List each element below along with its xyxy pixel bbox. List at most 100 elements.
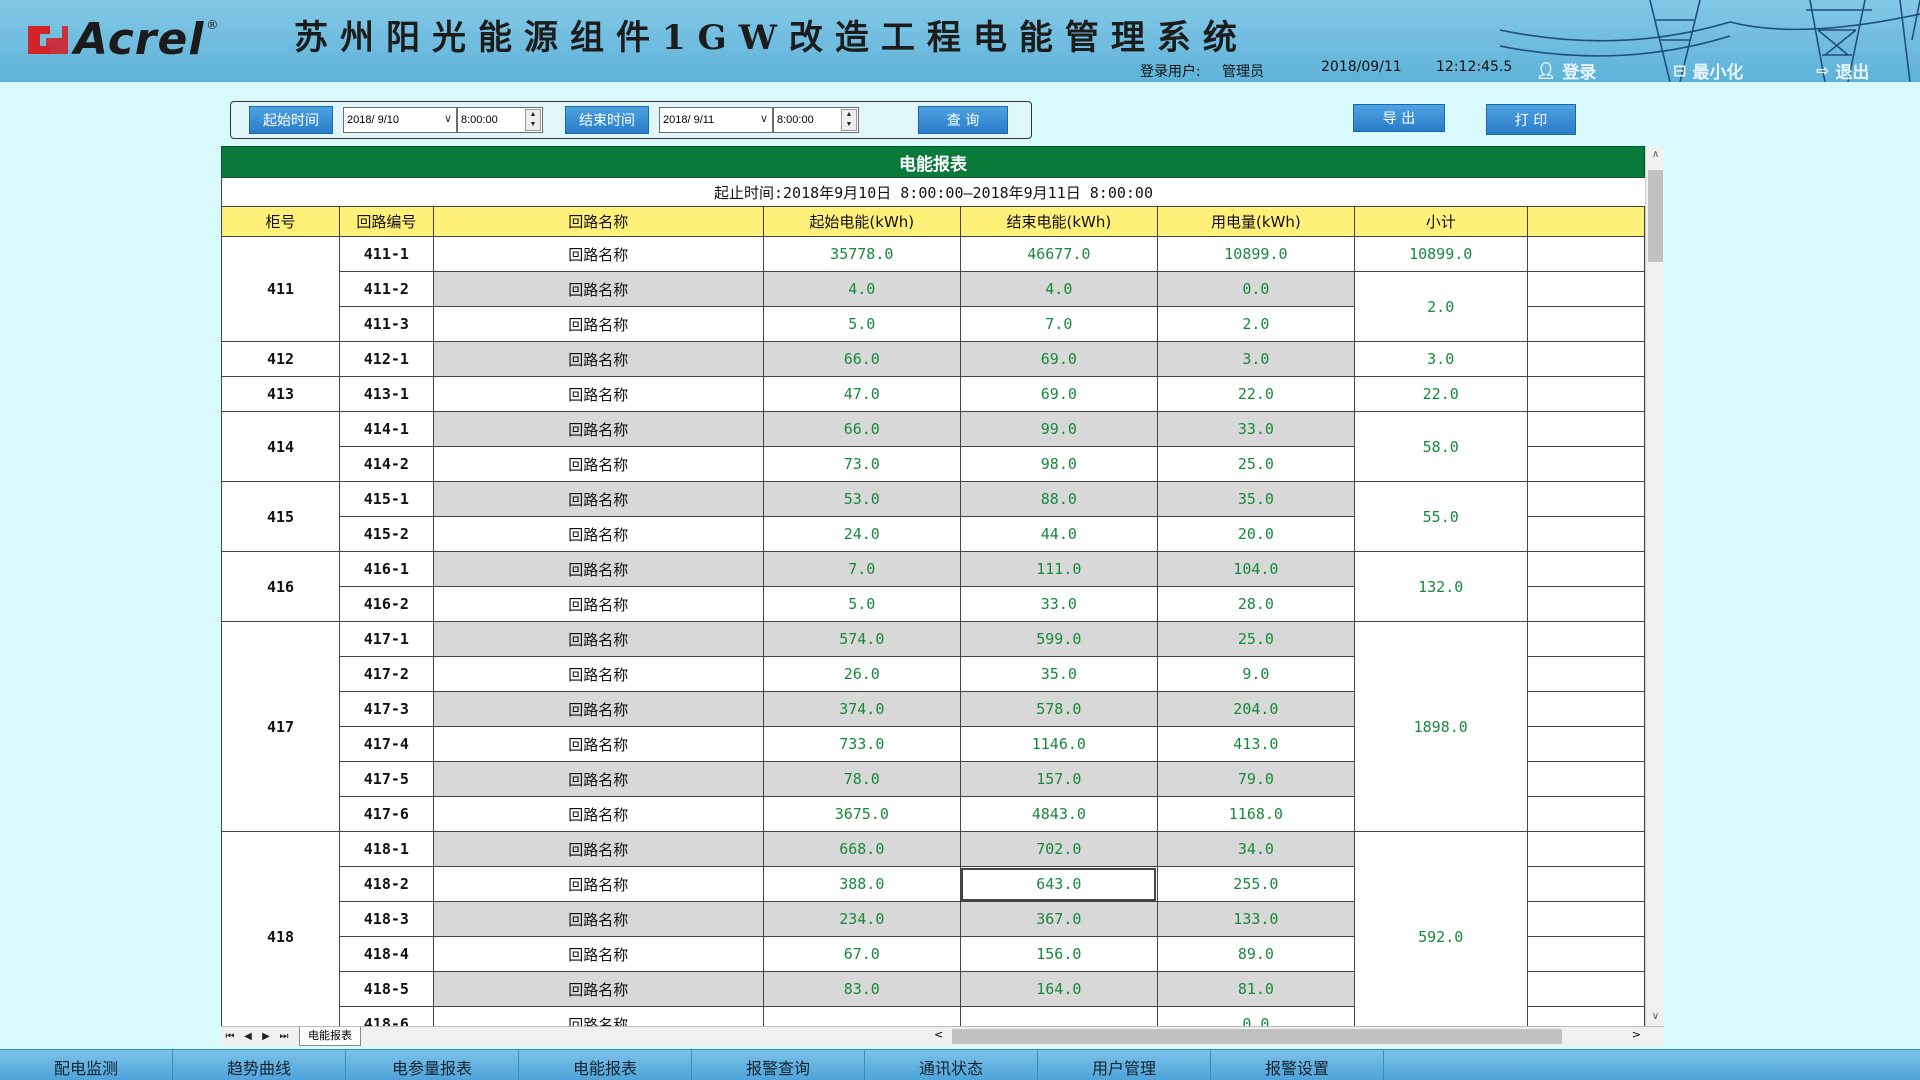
nav-alarm-query[interactable]: 报警查询 [692, 1050, 865, 1080]
circuit-code-cell[interactable]: 417-1 [339, 621, 434, 657]
extra-cell[interactable] [1526, 271, 1645, 307]
usage-cell[interactable]: 0.0 [1156, 1006, 1355, 1026]
scroll-down-icon[interactable]: ∨ [1646, 1008, 1665, 1026]
subtotal-cell[interactable]: 3.0 [1353, 341, 1528, 377]
start-energy-cell[interactable]: 388.0 [762, 866, 961, 902]
start-energy-cell[interactable]: 35778.0 [762, 236, 961, 272]
extra-cell[interactable] [1526, 936, 1645, 972]
usage-cell[interactable]: 2.0 [1156, 306, 1355, 342]
table-row[interactable]: 418 418-1 回路名称 668.0 702.0 34.0 592.0 [221, 831, 1645, 1026]
circuit-code-cell[interactable]: 413-1 [339, 376, 434, 412]
usage-cell[interactable]: 25.0 [1156, 446, 1355, 482]
next-sheet-icon[interactable]: ▶ [257, 1028, 275, 1046]
extra-cell[interactable] [1526, 411, 1645, 447]
extra-cell[interactable] [1526, 376, 1645, 412]
end-energy-cell[interactable]: 69.0 [959, 341, 1158, 377]
end-energy-cell[interactable]: 4.0 [959, 271, 1158, 307]
start-energy-cell[interactable]: 47.0 [762, 376, 961, 412]
cabinet-cell[interactable]: 416 [221, 551, 340, 622]
end-energy-cell[interactable]: 98.0 [959, 446, 1158, 482]
usage-cell[interactable]: 22.0 [1156, 376, 1355, 412]
horizontal-scrollbar[interactable]: < > [930, 1028, 1645, 1045]
nav-alarm-settings[interactable]: 报警设置 [1211, 1050, 1384, 1080]
scroll-left-icon[interactable]: < [934, 1028, 943, 1041]
circuit-code-cell[interactable]: 417-2 [339, 656, 434, 692]
end-energy-cell[interactable]: 164.0 [959, 971, 1158, 1007]
subtotal-cell[interactable]: 2.0 [1353, 271, 1528, 342]
subtotal-cell[interactable]: 592.0 [1353, 831, 1528, 1026]
cabinet-cell[interactable]: 412 [221, 341, 340, 377]
extra-cell[interactable] [1526, 586, 1645, 622]
table-row[interactable]: 413 413-1 回路名称 47.0 69.0 22.0 22.0 [221, 376, 1645, 412]
circuit-code-cell[interactable]: 414-2 [339, 446, 434, 482]
nav-parameter-report[interactable]: 电参量报表 [346, 1050, 519, 1080]
cabinet-cell[interactable]: 413 [221, 376, 340, 412]
scroll-up-icon[interactable]: ∧ [1646, 146, 1665, 164]
nav-user-management[interactable]: 用户管理 [1038, 1050, 1211, 1080]
first-sheet-icon[interactable]: ⏮︎ [221, 1028, 239, 1046]
usage-cell[interactable]: 204.0 [1156, 691, 1355, 727]
circuit-code-cell[interactable]: 414-1 [339, 411, 434, 447]
end-energy-cell[interactable]: 69.0 [959, 376, 1158, 412]
usage-cell[interactable]: 33.0 [1156, 411, 1355, 447]
circuit-name-cell[interactable]: 回路名称 [432, 516, 764, 552]
print-button[interactable]: 打 印 [1486, 104, 1576, 135]
start-date-picker[interactable]: 2018/ 9/10 ∨ [343, 107, 457, 133]
usage-cell[interactable]: 20.0 [1156, 516, 1355, 552]
spin-arrows-icon[interactable]: ▲ ▼ [841, 109, 857, 131]
extra-cell[interactable] [1526, 446, 1645, 482]
extra-cell[interactable] [1526, 516, 1645, 552]
circuit-code-cell[interactable]: 417-5 [339, 761, 434, 797]
table-row[interactable]: 416 416-1 回路名称 7.0 111.0 104.0 132.0 [221, 551, 1645, 622]
start-energy-cell[interactable]: 234.0 [762, 901, 961, 937]
extra-cell[interactable] [1526, 306, 1645, 342]
circuit-name-cell[interactable]: 回路名称 [432, 1006, 764, 1026]
end-energy-cell[interactable]: 1146.0 [959, 726, 1158, 762]
spin-arrows-icon[interactable]: ▲ ▼ [525, 109, 541, 131]
circuit-code-cell[interactable]: 411-1 [339, 236, 434, 272]
start-energy-cell[interactable]: 3675.0 [762, 796, 961, 832]
start-energy-cell[interactable]: 733.0 [762, 726, 961, 762]
minimize-button[interactable]: ⊟ 最小化 [1673, 58, 1743, 82]
extra-cell[interactable] [1526, 971, 1645, 1007]
circuit-name-cell[interactable]: 回路名称 [432, 621, 764, 657]
extra-cell[interactable] [1526, 761, 1645, 797]
circuit-name-cell[interactable]: 回路名称 [432, 481, 764, 517]
table-row[interactable]: 411-2 回路名称 4.0 4.0 0.0 2.0 [222, 271, 1645, 342]
circuit-code-cell[interactable]: 417-3 [339, 691, 434, 727]
start-energy-cell[interactable]: 24.0 [762, 516, 961, 552]
circuit-code-cell[interactable]: 412-1 [339, 341, 434, 377]
circuit-code-cell[interactable]: 411-2 [339, 271, 434, 307]
exit-button[interactable]: ⇨ 退出 [1816, 58, 1869, 82]
start-energy-cell[interactable]: 83.0 [762, 971, 961, 1007]
scroll-thumb[interactable] [952, 1029, 1562, 1044]
start-energy-cell[interactable]: 374.0 [762, 691, 961, 727]
vertical-scrollbar[interactable]: ∧ ∨ [1645, 146, 1664, 1026]
subtotal-cell[interactable]: 22.0 [1353, 376, 1528, 412]
end-energy-cell[interactable]: 88.0 [959, 481, 1158, 517]
end-energy-cell[interactable]: 156.0 [959, 936, 1158, 972]
usage-cell[interactable]: 3.0 [1156, 341, 1355, 377]
end-time-stepper[interactable]: 8:00:00 ▲ ▼ [773, 107, 859, 133]
end-energy-cell[interactable]: 643.0 [959, 866, 1158, 902]
end-energy-cell[interactable]: 99.0 [959, 411, 1158, 447]
table-row[interactable]: 414 414-1 回路名称 66.0 99.0 33.0 58.0 [221, 411, 1645, 482]
subtotal-cell[interactable]: 10899.0 [1353, 236, 1528, 272]
extra-cell[interactable] [1526, 621, 1645, 657]
end-energy-cell[interactable]: 44.0 [959, 516, 1158, 552]
subtotal-cell[interactable]: 58.0 [1353, 411, 1528, 482]
start-energy-cell[interactable]: 4.0 [762, 271, 961, 307]
start-time-stepper[interactable]: 8:00:00 ▲ ▼ [457, 107, 543, 133]
table-row[interactable]: 411 411-1 回路名称 35778.0 46677.0 10899.0 10899.0 [221, 236, 1645, 342]
usage-cell[interactable]: 10899.0 [1156, 236, 1355, 272]
usage-cell[interactable]: 104.0 [1156, 551, 1355, 587]
end-energy-cell[interactable]: 111.0 [959, 551, 1158, 587]
circuit-name-cell[interactable]: 回路名称 [432, 761, 764, 797]
extra-cell[interactable] [1526, 796, 1645, 832]
end-energy-cell[interactable]: 157.0 [959, 761, 1158, 797]
nav-trend-curve[interactable]: 趋势曲线 [173, 1050, 346, 1080]
subtotal-cell[interactable]: 55.0 [1353, 481, 1528, 552]
usage-cell[interactable]: 35.0 [1156, 481, 1355, 517]
circuit-name-cell[interactable]: 回路名称 [432, 271, 764, 307]
end-energy-cell[interactable]: 4843.0 [959, 796, 1158, 832]
